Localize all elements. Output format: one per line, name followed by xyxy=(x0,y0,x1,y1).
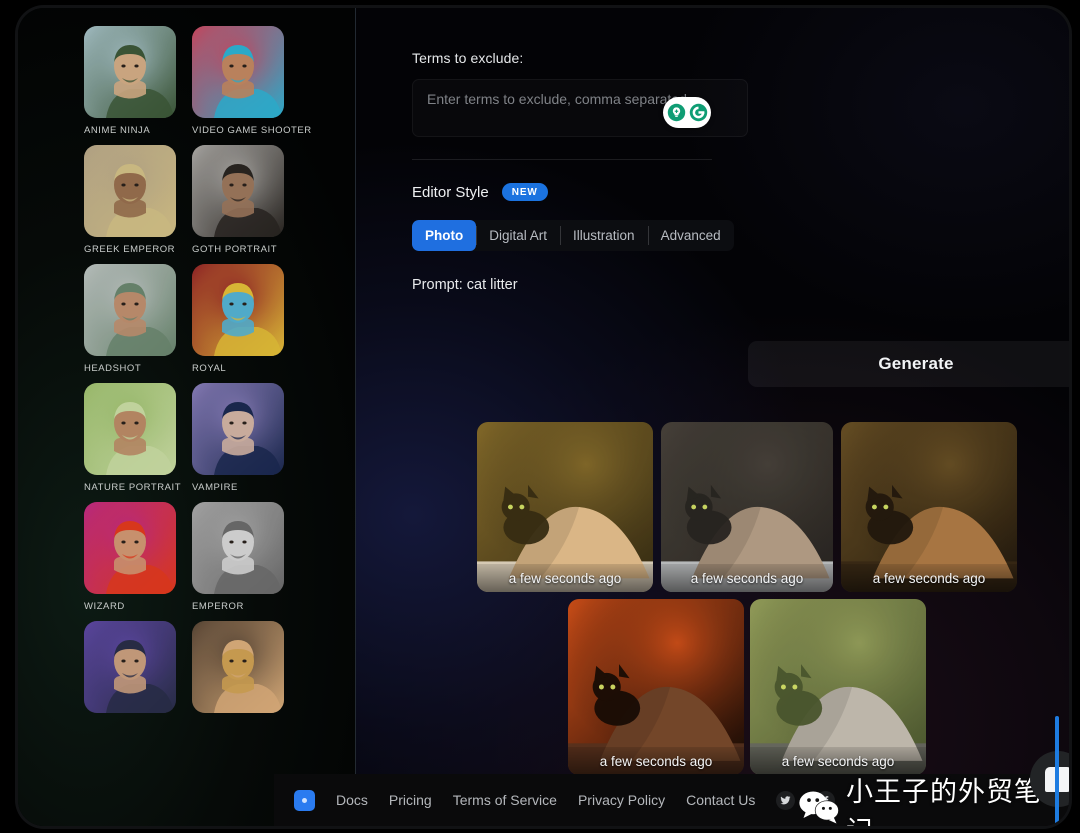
device-bezel: ANIME NINJA VIDEO GAME SHOOTER GREEK EMP… xyxy=(0,0,1080,833)
style-card[interactable]: VAMPIRE xyxy=(192,383,284,493)
goth-portrait-thumb[interactable] xyxy=(192,145,284,237)
result-timestamp: a few seconds ago xyxy=(568,747,744,775)
gallery-row: GREEK EMPEROR GOTH PORTRAIT xyxy=(84,145,304,255)
vampire-thumb[interactable] xyxy=(192,383,284,475)
twitter-icon[interactable] xyxy=(776,790,796,810)
style-card[interactable]: WIZARD xyxy=(84,502,176,612)
style-card[interactable] xyxy=(84,621,176,720)
style-card-label: GOTH PORTRAIT xyxy=(192,244,278,255)
style-gallery-grid: ANIME NINJA VIDEO GAME SHOOTER GREEK EMP… xyxy=(84,26,312,729)
video-game-shooter-thumb[interactable] xyxy=(192,26,284,118)
results-grid: a few seconds ago a few seconds ago a fe… xyxy=(356,8,1069,826)
style-card-label: ANIME NINJA xyxy=(84,125,151,136)
result-tabby-cat-grey-litter[interactable]: a few seconds ago xyxy=(750,599,926,775)
footer-link-privacy-policy[interactable]: Privacy Policy xyxy=(578,792,665,808)
greek-emperor-thumb[interactable] xyxy=(84,145,176,237)
gallery-row xyxy=(84,621,304,720)
style-card[interactable]: ROYAL xyxy=(192,264,284,374)
style-card[interactable]: GOTH PORTRAIT xyxy=(192,145,284,255)
wechat-watermark: 小王子的外贸笔记 xyxy=(798,770,1069,826)
style-card-label: HEADSHOT xyxy=(84,363,142,374)
result-tabby-cat-on-litter[interactable]: a few seconds ago xyxy=(841,422,1017,592)
emperor-thumb[interactable] xyxy=(192,502,284,594)
gallery-scrollbar-track[interactable] xyxy=(311,8,321,826)
headshot-thumb[interactable] xyxy=(84,264,176,356)
nature-portrait-thumb[interactable] xyxy=(84,383,176,475)
grammarly-widget[interactable] xyxy=(663,97,711,128)
cyber-warrior-thumb[interactable] xyxy=(84,621,176,713)
style-card[interactable]: ANIME NINJA xyxy=(84,26,176,136)
style-card-label: ROYAL xyxy=(192,363,227,374)
style-card[interactable]: GREEK EMPEROR xyxy=(84,145,176,255)
result-timestamp: a few seconds ago xyxy=(841,564,1017,592)
style-card-label: WIZARD xyxy=(84,601,125,612)
style-card-label: VIDEO GAME SHOOTER xyxy=(192,125,312,136)
result-cat-approaching-litter-pile[interactable]: a few seconds ago xyxy=(477,422,653,592)
footer-link-terms-of-service[interactable]: Terms of Service xyxy=(453,792,557,808)
gallery-row: ANIME NINJA VIDEO GAME SHOOTER xyxy=(84,26,312,136)
footer-link-pricing[interactable]: Pricing xyxy=(389,792,432,808)
style-card-label: EMPEROR xyxy=(192,601,244,612)
anime-ninja-thumb[interactable] xyxy=(84,26,176,118)
style-card[interactable]: EMPEROR xyxy=(192,502,284,612)
style-card-label: NATURE PORTRAIT xyxy=(84,482,182,493)
style-card[interactable] xyxy=(192,621,284,720)
gallery-row: NATURE PORTRAIT VAMPIRE xyxy=(84,383,304,493)
result-timestamp: a few seconds ago xyxy=(661,564,833,592)
app-screen: ANIME NINJA VIDEO GAME SHOOTER GREEK EMP… xyxy=(18,8,1069,826)
editor-main-area: Terms to exclude: Enter terms to exclude… xyxy=(356,8,1069,826)
style-card[interactable]: HEADSHOT xyxy=(84,264,176,374)
grammarly-suggestion-icon[interactable] xyxy=(667,103,686,122)
style-card-label: VAMPIRE xyxy=(192,482,238,493)
spartan-thumb[interactable] xyxy=(192,621,284,713)
footer-link-contact-us[interactable]: Contact Us xyxy=(686,792,755,808)
footer-link-docs[interactable]: Docs xyxy=(336,792,368,808)
style-card[interactable]: NATURE PORTRAIT xyxy=(84,383,182,493)
royal-thumb[interactable] xyxy=(192,264,284,356)
grammarly-logo-icon[interactable] xyxy=(689,103,708,122)
page-scrollbar-thumb[interactable] xyxy=(1055,716,1059,826)
wizard-thumb[interactable] xyxy=(84,502,176,594)
style-card[interactable]: VIDEO GAME SHOOTER xyxy=(192,26,312,136)
app-logo-dot xyxy=(302,797,307,803)
style-gallery-panel[interactable]: ANIME NINJA VIDEO GAME SHOOTER GREEK EMP… xyxy=(18,8,356,826)
result-large-litter-mound[interactable]: a few seconds ago xyxy=(661,422,833,592)
wechat-icon xyxy=(798,789,842,827)
result-ginger-cat-orange-glow[interactable]: a few seconds ago xyxy=(568,599,744,775)
result-timestamp: a few seconds ago xyxy=(477,564,653,592)
gallery-row: WIZARD EMPEROR xyxy=(84,502,304,612)
style-card-label: GREEK EMPEROR xyxy=(84,244,176,255)
app-logo[interactable] xyxy=(294,789,315,811)
gallery-row: HEADSHOT ROYAL xyxy=(84,264,304,374)
